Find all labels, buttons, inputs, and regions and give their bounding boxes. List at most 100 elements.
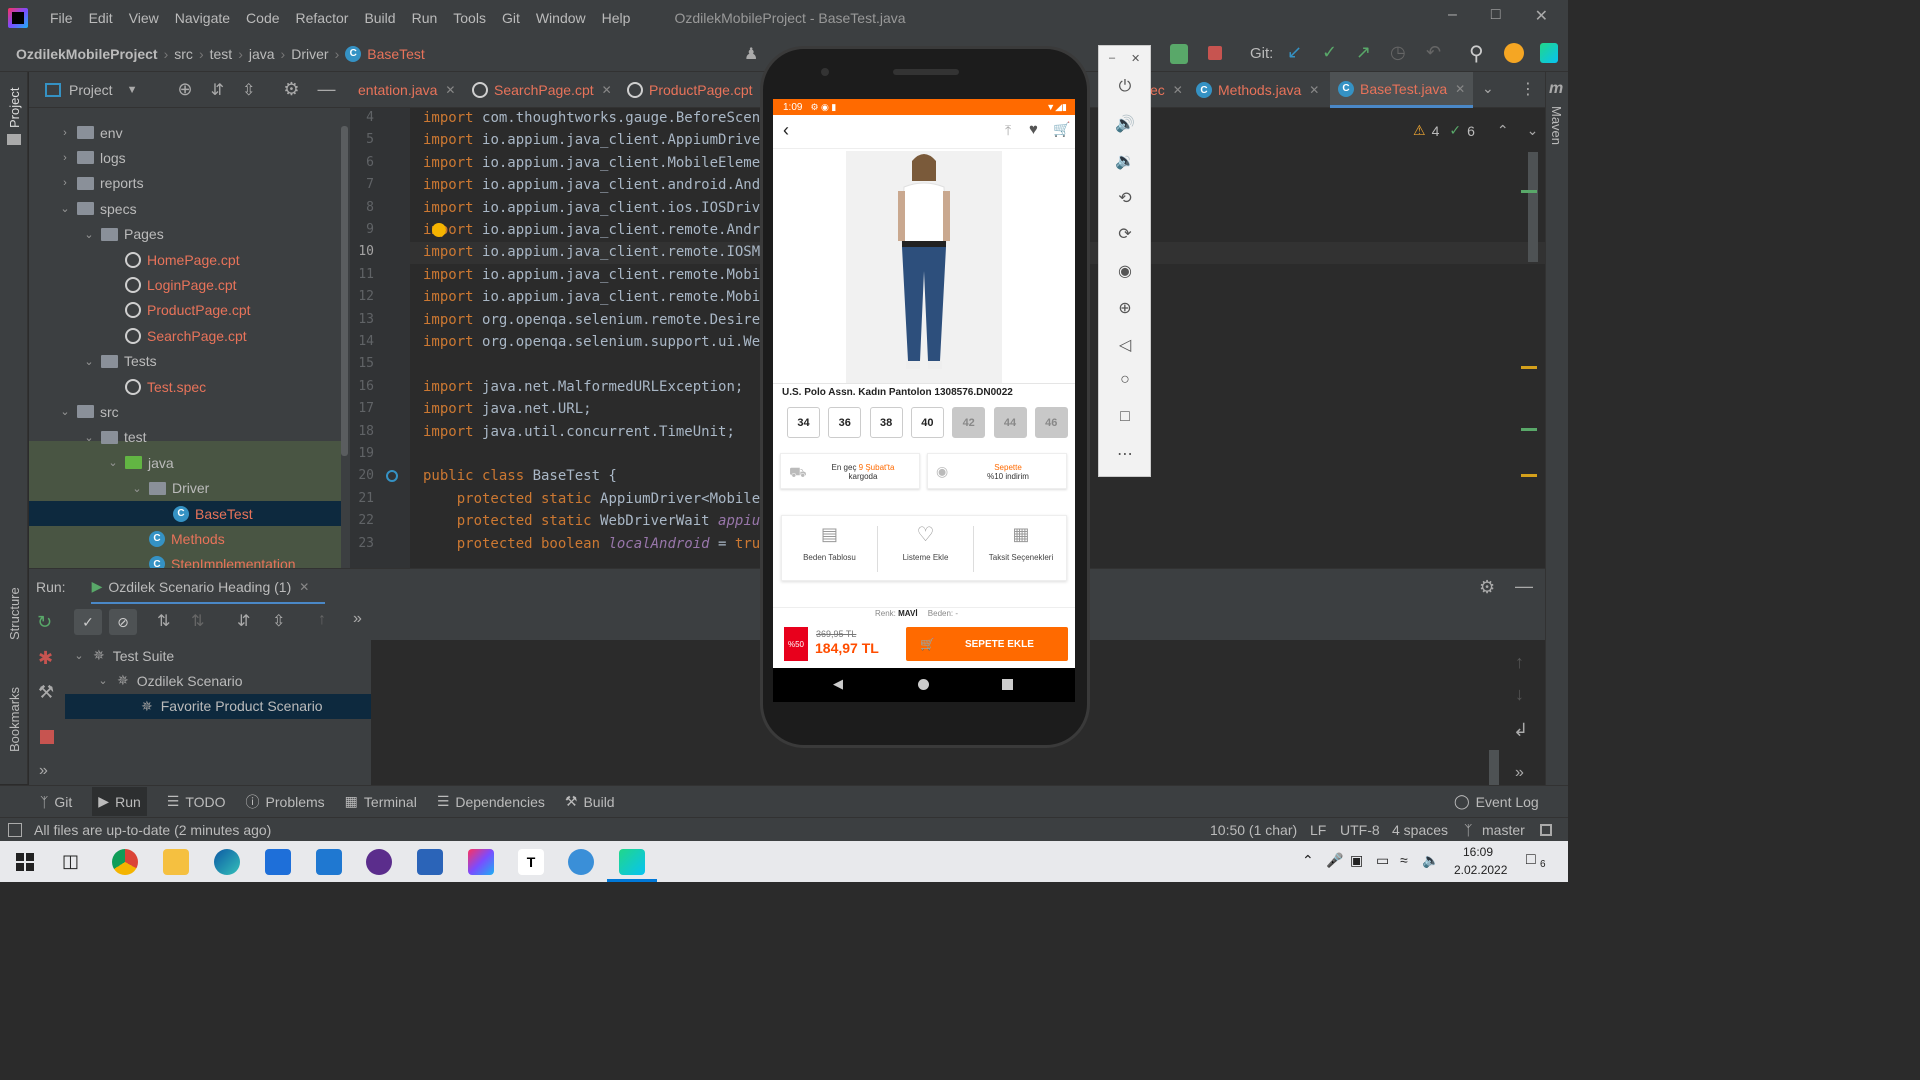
error-stripe-mark[interactable]: [1521, 190, 1537, 193]
more-options-icon[interactable]: ⋮: [1520, 79, 1536, 99]
phone-screen[interactable]: 1:09 ⚙ ◉ ▮ ▼◢▮ ‹ ⤒ ♥ 🛒 U.S. Polo Assn. K…: [773, 99, 1075, 668]
size-option[interactable]: 46: [1034, 407, 1068, 438]
tab-entation-java[interactable]: entation.java ✕: [350, 72, 463, 108]
run-tool-button[interactable]: ▶ Run: [92, 787, 147, 816]
git-branch[interactable]: master: [1482, 822, 1525, 838]
android-back-icon[interactable]: ◀: [833, 676, 843, 692]
breadcrumb-java[interactable]: java: [243, 46, 281, 62]
search-tool-icon[interactable]: [568, 849, 594, 875]
editor-scrollbar[interactable]: [1528, 152, 1538, 262]
size-option[interactable]: 38: [869, 407, 903, 438]
clock-date[interactable]: 2.02.2022: [1454, 863, 1507, 877]
add-to-cart-button[interactable]: 🛒 SEPETE EKLE: [906, 627, 1068, 661]
menu-file[interactable]: File: [42, 10, 81, 26]
intellij-taskbar-icon[interactable]: [468, 849, 494, 875]
build-tool-button[interactable]: ⚒ Build: [565, 793, 615, 810]
product-image[interactable]: [846, 151, 1002, 383]
gear-icon[interactable]: ⚙: [1479, 577, 1495, 598]
menu-window[interactable]: Window: [528, 10, 594, 26]
close-tab-icon[interactable]: ✕: [602, 83, 612, 97]
android-studio-icon[interactable]: [619, 849, 645, 875]
camera-icon[interactable]: ◉: [1113, 261, 1137, 281]
tool-windows-icon[interactable]: [8, 822, 22, 837]
bookmarks-tool-label[interactable]: Bookmarks: [7, 687, 22, 752]
git-push-icon[interactable]: ↗: [1356, 42, 1371, 63]
menu-tools[interactable]: Tools: [445, 10, 494, 26]
breadcrumb-project[interactable]: OzdilekMobileProject: [10, 46, 164, 62]
run-config-tab[interactable]: Ozdilek Scenario Heading (1): [108, 579, 291, 595]
tree-item[interactable]: ⌄ Pages: [29, 222, 341, 247]
maximize-icon[interactable]: □: [1491, 6, 1501, 26]
file-explorer-icon[interactable]: [163, 849, 189, 875]
soft-wrap-icon[interactable]: ↲: [1513, 720, 1528, 741]
task-view-icon[interactable]: ◫: [62, 851, 79, 872]
test-tree-item[interactable]: ✵ Favorite Product Scenario: [65, 693, 371, 719]
file-encoding[interactable]: UTF-8: [1340, 822, 1380, 838]
home-icon[interactable]: ○: [1113, 371, 1137, 391]
back-arrow-icon[interactable]: ‹: [783, 120, 789, 141]
tree-item[interactable]: ⌄ src: [29, 399, 341, 424]
chevron-down-icon[interactable]: ⌄: [1527, 122, 1539, 139]
store-icon[interactable]: [265, 849, 291, 875]
chevron-right-icon[interactable]: ›: [57, 127, 73, 139]
word-icon[interactable]: [417, 849, 443, 875]
chevron-down-icon[interactable]: ⌄: [71, 649, 87, 662]
tree-item[interactable]: HomePage.cpt: [29, 247, 341, 272]
tree-item[interactable]: › logs: [29, 145, 341, 170]
tab-methods-java[interactable]: C Methods.java ✕: [1188, 72, 1327, 108]
tree-item[interactable]: Test.spec: [29, 374, 341, 399]
close-icon[interactable]: ✕: [1535, 6, 1548, 26]
more-actions-icon[interactable]: »: [353, 610, 362, 628]
menu-edit[interactable]: Edit: [81, 10, 121, 26]
wifi-icon[interactable]: ≈: [1400, 852, 1408, 868]
event-log-button[interactable]: ◯ Event Log: [1454, 793, 1539, 810]
windows-start-icon[interactable]: [16, 853, 34, 871]
breadcrumb-basetest[interactable]: C BaseTest: [339, 45, 431, 62]
microphone-icon[interactable]: 🎤: [1326, 852, 1343, 869]
size-option[interactable]: 42: [952, 407, 986, 438]
sort-alpha-icon[interactable]: ⇅: [157, 611, 170, 631]
tree-item[interactable]: ⌄ Tests: [29, 349, 341, 374]
lightbulb-icon[interactable]: [432, 223, 446, 237]
chevron-up-icon[interactable]: ⌃: [1302, 852, 1314, 869]
close-icon[interactable]: ✕: [1131, 52, 1140, 65]
chevron-down-icon[interactable]: ⌄: [57, 405, 73, 418]
size-chart-button[interactable]: ▤ Beden Tablosu: [782, 516, 877, 582]
close-tab-icon[interactable]: ✕: [1309, 83, 1319, 97]
menu-help[interactable]: Help: [594, 10, 639, 26]
git-update-icon[interactable]: ↙: [1287, 42, 1302, 63]
breadcrumb-test[interactable]: test: [204, 46, 239, 62]
tree-item[interactable]: ProductPage.cpt: [29, 298, 341, 323]
show-ignored-icon[interactable]: ⊘: [109, 609, 137, 635]
terminal-tool-button[interactable]: ▦ Terminal: [345, 793, 417, 810]
close-tab-icon[interactable]: ✕: [1455, 82, 1465, 96]
menu-git[interactable]: Git: [494, 10, 528, 26]
tree-item[interactable]: LoginPage.cpt: [29, 272, 341, 297]
locate-icon[interactable]: ⊕: [177, 79, 192, 100]
android-home-icon[interactable]: [918, 679, 929, 690]
rotate-left-icon[interactable]: ⟲: [1113, 188, 1137, 208]
tree-item[interactable]: ⌄ Driver: [29, 476, 341, 501]
volume-down-icon[interactable]: 🔉: [1113, 151, 1137, 171]
chevron-down-icon[interactable]: ⌄: [95, 674, 111, 687]
chevron-down-icon[interactable]: ⌄: [81, 228, 97, 241]
menu-build[interactable]: Build: [356, 10, 403, 26]
maven-icon[interactable]: m: [1549, 80, 1563, 98]
installments-button[interactable]: ▦ Taksit Seçenekleri: [974, 516, 1068, 582]
arrow-up-icon[interactable]: ↑: [1515, 652, 1524, 673]
chevron-down-icon[interactable]: ⌄: [129, 482, 145, 495]
show-passed-icon[interactable]: ✓: [74, 609, 102, 635]
update-icon[interactable]: [1504, 43, 1524, 63]
expand-all-icon[interactable]: ⇵: [211, 80, 224, 100]
sort-duration-icon[interactable]: ⇅: [191, 611, 204, 631]
size-option[interactable]: 36: [828, 407, 862, 438]
chevron-down-icon[interactable]: ⌄: [105, 456, 121, 469]
more-actions-icon[interactable]: »: [1515, 764, 1524, 782]
arrow-down-icon[interactable]: ↓: [1515, 684, 1524, 705]
todo-tool-button[interactable]: ☰ TODO: [167, 793, 226, 810]
wrench-icon[interactable]: ⚒: [38, 682, 54, 703]
add-to-list-button[interactable]: ♡ Listeme Ekle: [878, 516, 973, 582]
tab-productpage-cpt[interactable]: ProductPage.cpt: [615, 72, 761, 108]
overview-icon[interactable]: □: [1113, 408, 1137, 428]
tab-searchpage-cpt[interactable]: SearchPage.cpt ✕: [460, 72, 620, 108]
